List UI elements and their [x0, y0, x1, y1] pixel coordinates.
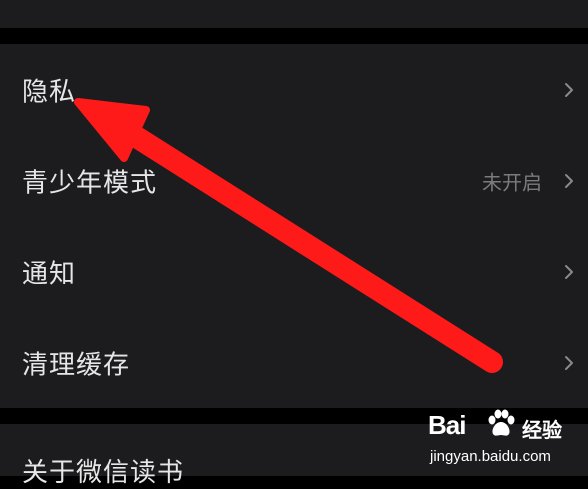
settings-item-teen-mode[interactable]: 青少年模式 未开启	[0, 135, 588, 226]
watermark-name: 经验	[522, 418, 562, 442]
settings-item-notifications[interactable]: 通知	[0, 226, 588, 317]
settings-item-clear-cache[interactable]: 清理缓存	[0, 317, 588, 408]
watermark-url: jingyan.baidu.com	[430, 448, 551, 465]
settings-item-label: 青少年模式	[22, 168, 158, 198]
settings-item-label: 清理缓存	[22, 350, 131, 380]
watermark: Bai 经验 jingyan.baidu.com	[428, 404, 578, 474]
settings-group-top	[0, 0, 588, 28]
paw-icon	[484, 408, 518, 442]
chevron-right-icon	[564, 82, 574, 98]
settings-item-label: 关于微信读书	[22, 458, 185, 488]
chevron-right-icon	[564, 264, 574, 280]
settings-group-main: 隐私 青少年模式 未开启 通知 清理缓存	[0, 44, 588, 408]
watermark-brand: Bai	[428, 410, 466, 440]
settings-item-label: 隐私	[22, 77, 77, 107]
chevron-right-icon	[564, 355, 574, 371]
chevron-right-icon	[564, 173, 574, 189]
settings-item-value: 未开启	[482, 170, 542, 194]
settings-item-privacy[interactable]: 隐私	[0, 44, 588, 135]
settings-item-label: 通知	[22, 259, 77, 289]
